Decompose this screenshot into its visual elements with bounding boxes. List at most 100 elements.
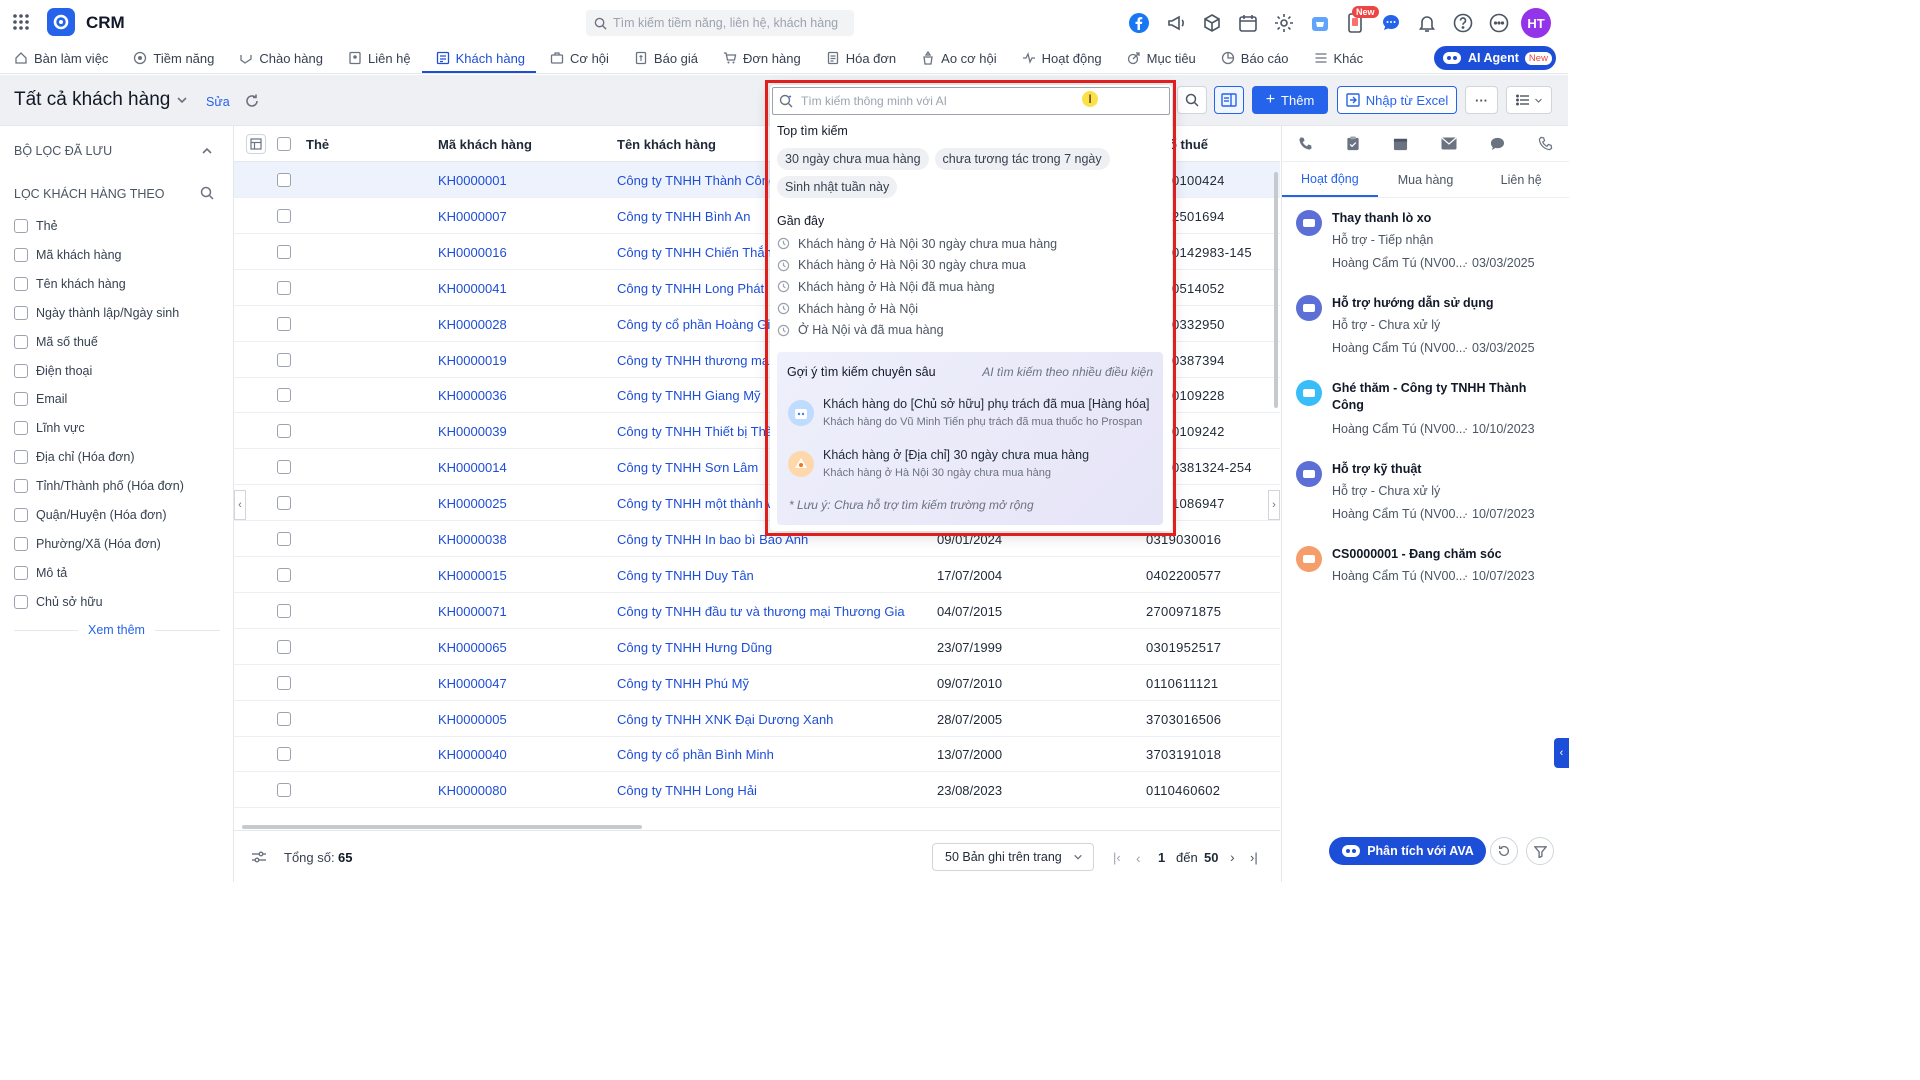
select-all-checkbox[interactable] [277,137,291,151]
filter-option[interactable]: Mã khách hàng [14,247,121,262]
table-row[interactable]: KH0000065 Công ty TNHH Hưng Dũng 23/07/199… [234,629,1280,665]
recent-search-item[interactable]: Khách hàng ở Hà Nội [777,298,1157,320]
chevron-up-icon[interactable] [201,145,213,157]
page-size-select[interactable]: 50 Bản ghi trên trang [932,843,1094,871]
filter-checkbox[interactable] [14,565,28,580]
filter-option[interactable]: Ngày thành lập/Ngày sinh [14,305,179,320]
activity-title[interactable]: Thay thanh lò xo [1332,210,1552,227]
nav-item-3[interactable]: Liên hệ [334,45,422,73]
call-log-icon[interactable] [1538,136,1553,151]
nav-item-13[interactable]: Khác [1300,45,1375,73]
avatar[interactable]: HT [1521,8,1551,38]
row-checkbox[interactable] [277,603,291,618]
customer-name-link[interactable]: Công ty TNHH một thành v [617,496,773,511]
filter-option[interactable]: Địa chỉ (Hóa đơn) [14,450,135,465]
next-page-icon[interactable]: › [1230,849,1235,865]
customer-name-link[interactable]: Công ty TNHH Hưng Dũng [617,640,772,655]
customer-code-link[interactable]: KH0000041 [438,281,507,296]
chat-icon[interactable] [1380,12,1402,34]
customer-name-link[interactable]: Công ty TNHH In bao bì Bảo Anh [617,532,808,547]
recent-search-item[interactable]: Ở Hà Nội và đã mua hàng [777,319,1157,341]
row-checkbox[interactable] [277,783,291,798]
ai-agent-button[interactable]: AI Agent New [1434,46,1556,70]
customer-code-link[interactable]: KH0000025 [438,496,507,511]
customer-code-link[interactable]: KH0000080 [438,783,507,798]
activity-title[interactable]: Hỗ trợ hướng dẫn sử dụng [1332,295,1552,312]
customer-name-link[interactable]: Công ty cổ phần Hoàng Gia [617,317,777,332]
filter-option[interactable]: Chủ sở hữu [14,594,103,609]
filter-checkbox[interactable] [14,421,28,436]
table-row[interactable]: KH0000080 Công ty TNHH Long Hải 23/08/2023… [234,772,1280,809]
nav-item-1[interactable]: Tiềm năng [119,45,225,73]
ai-search-input[interactable]: Tìm kiếm thông minh với AI [772,87,1170,115]
customer-name-link[interactable]: Công ty TNHH Bình An [617,209,750,224]
search-button[interactable] [1177,86,1207,114]
row-checkbox[interactable] [277,316,291,331]
filter-checkbox[interactable] [14,392,28,407]
row-checkbox[interactable] [277,352,291,367]
more-actions-button[interactable]: ··· [1465,86,1498,114]
filter-option[interactable]: Mô tả [14,565,67,580]
facebook-icon[interactable] [1128,12,1150,34]
customer-code-link[interactable]: KH0000015 [438,568,507,583]
filter-checkbox[interactable] [14,363,28,378]
customer-code-link[interactable]: KH0000005 [438,712,507,727]
row-checkbox[interactable] [277,424,291,439]
activity-title[interactable]: Ghé thăm - Công ty TNHH Thành Công [1332,380,1552,414]
filter-option[interactable]: Lĩnh vực [14,421,85,436]
customer-name-link[interactable]: Công ty TNHH Long Hải [617,783,757,798]
app-grid-icon[interactable] [12,13,30,31]
row-checkbox[interactable] [277,460,291,475]
filter-checkbox[interactable] [14,276,28,291]
row-checkbox[interactable] [277,532,291,546]
row-checkbox[interactable] [277,280,291,295]
ava-analyze-button[interactable]: Phân tích với AVA [1329,837,1486,865]
filter-option[interactable]: Mã số thuế [14,334,98,349]
row-checkbox[interactable] [277,639,291,654]
list-view-button[interactable] [1506,86,1552,114]
phone-icon[interactable] [1298,136,1313,151]
global-search[interactable]: Tìm kiếm tiềm năng, liên hệ, khách hàng [586,10,854,36]
filter-checkbox[interactable] [14,247,28,262]
customer-name-link[interactable]: Công ty TNHH Chiến Thắng [617,245,779,260]
edit-view-link[interactable]: Sửa [206,95,230,109]
nav-item-9[interactable]: Ao cơ hội [907,45,1008,73]
activity-title[interactable]: Hỗ trợ kỹ thuật [1332,461,1552,478]
mail-icon[interactable] [1441,137,1457,150]
top-search-chip[interactable]: chưa tương tác trong 7 ngày [934,148,1110,170]
view-selector[interactable]: Tất cả khách hàng [14,89,188,111]
nav-item-12[interactable]: Báo cáo [1207,45,1300,73]
row-checkbox[interactable] [277,747,291,762]
filter-icon[interactable] [1526,837,1554,865]
customer-code-link[interactable]: KH0000036 [438,388,507,403]
detail-tab-2[interactable]: Liên hệ [1473,162,1569,197]
customer-name-link[interactable]: Công ty TNHH Giang Mỹ [617,388,761,403]
customer-code-link[interactable]: KH0000047 [438,676,507,691]
row-checkbox[interactable] [277,244,291,259]
store-icon[interactable] [1309,12,1331,34]
calendar-icon[interactable] [1393,136,1408,151]
filter-option[interactable]: Tên khách hàng [14,276,126,291]
row-checkbox[interactable] [277,675,291,690]
recent-search-item[interactable]: Khách hàng ở Hà Nội 30 ngày chưa mua hàn… [777,233,1157,255]
customer-name-link[interactable]: Công ty TNHH Thiết bị Thà [617,424,773,439]
cube-icon[interactable] [1201,12,1223,34]
horizontal-scrollbar[interactable] [242,825,642,829]
import-excel-button[interactable]: Nhập từ Excel [1337,86,1457,114]
filter-checkbox[interactable] [14,479,28,494]
customer-code-link[interactable]: KH0000028 [438,317,507,332]
nav-item-0[interactable]: Bàn làm việc [0,45,119,73]
customer-code-link[interactable]: KH0000001 [438,173,507,188]
table-row[interactable]: KH0000005 Công ty TNHH XNK Đại Dương Xanh… [234,701,1280,737]
customer-code-link[interactable]: KH0000065 [438,640,507,655]
nav-item-4[interactable]: Khách hàng [421,45,537,73]
customer-name-link[interactable]: Công ty TNHH XNK Đại Dương Xanh [617,712,833,727]
filter-option[interactable]: Tỉnh/Thành phố (Hóa đơn) [14,479,184,494]
table-row[interactable]: KH0000040 Công ty cổ phần Bình Minh 13/07/… [234,736,1280,773]
task-icon[interactable] [1346,136,1360,151]
top-search-chip[interactable]: 30 ngày chưa mua hàng [777,148,929,170]
recent-search-item[interactable]: Khách hàng ở Hà Nội 30 ngày chưa mua [777,255,1157,277]
first-page-icon[interactable]: |‹ [1113,850,1121,865]
col-tag[interactable]: Thẻ [306,137,329,152]
customer-name-link[interactable]: Công ty TNHH Thành Công [617,173,776,188]
